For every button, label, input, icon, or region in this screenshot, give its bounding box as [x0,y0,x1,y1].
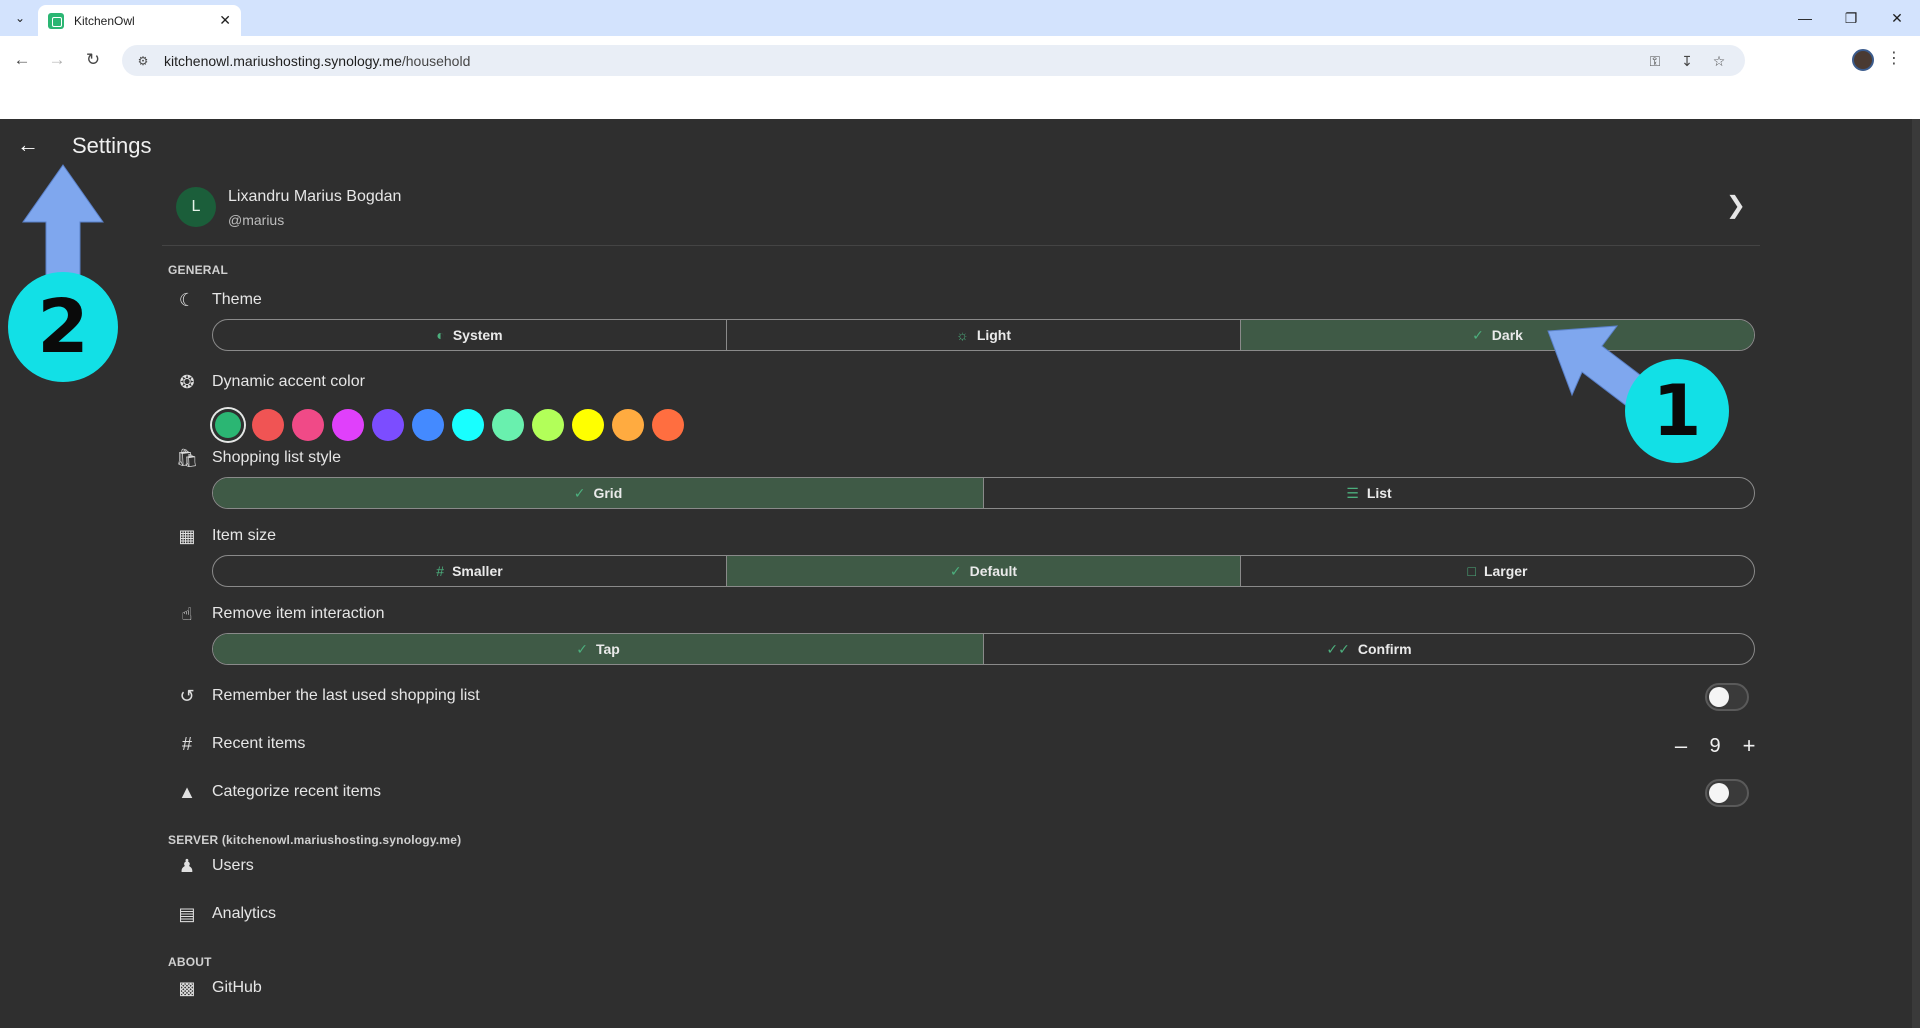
step-1-badge: 1 [1625,359,1729,463]
annotation-arrows [22,164,1653,411]
step-2-badge: 2 [8,272,118,382]
